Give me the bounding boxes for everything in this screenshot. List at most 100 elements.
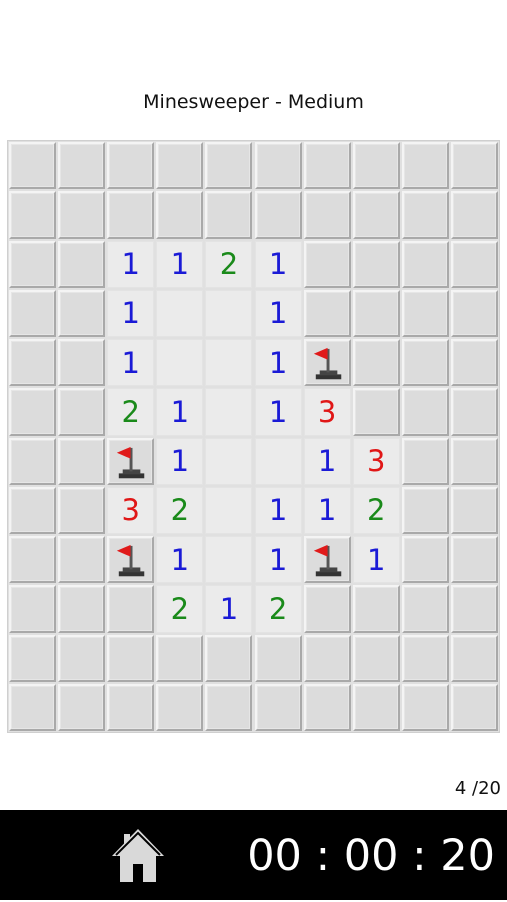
empty-cell [156,339,204,387]
covered-cell[interactable] [156,634,204,682]
cell-number: 2 [268,591,288,626]
covered-cell[interactable] [450,289,498,337]
covered-cell[interactable] [58,240,106,288]
covered-cell[interactable] [58,388,106,436]
home-button[interactable] [110,826,166,884]
covered-cell[interactable] [9,437,57,485]
covered-cell[interactable] [352,191,400,239]
covered-cell[interactable] [58,142,106,190]
covered-cell[interactable] [401,437,449,485]
covered-cell[interactable] [156,142,204,190]
covered-cell[interactable] [401,339,449,387]
covered-cell[interactable] [352,289,400,337]
number-cell: 1 [254,339,302,387]
covered-cell[interactable] [156,683,204,731]
covered-cell[interactable] [303,634,351,682]
covered-cell[interactable] [450,388,498,436]
covered-cell[interactable] [303,191,351,239]
covered-cell[interactable] [450,585,498,633]
covered-cell[interactable] [58,191,106,239]
cell-number: 1 [170,444,190,479]
covered-cell[interactable] [401,683,449,731]
covered-cell[interactable] [352,388,400,436]
cell-number: 2 [219,247,239,282]
covered-cell[interactable] [450,240,498,288]
covered-cell[interactable] [58,536,106,584]
covered-cell[interactable] [58,634,106,682]
covered-cell[interactable] [205,634,253,682]
covered-cell[interactable] [352,240,400,288]
covered-cell[interactable] [254,634,302,682]
covered-cell[interactable] [352,634,400,682]
covered-cell[interactable] [401,536,449,584]
covered-cell[interactable] [9,191,57,239]
covered-cell[interactable] [107,634,155,682]
covered-cell[interactable] [450,634,498,682]
covered-cell[interactable] [58,486,106,534]
covered-cell[interactable] [254,683,302,731]
covered-cell[interactable] [205,191,253,239]
flagged-cell[interactable] [303,339,351,387]
covered-cell[interactable] [450,536,498,584]
covered-cell[interactable] [303,142,351,190]
covered-cell[interactable] [9,339,57,387]
covered-cell[interactable] [352,142,400,190]
covered-cell[interactable] [450,486,498,534]
covered-cell[interactable] [254,142,302,190]
covered-cell[interactable] [205,142,253,190]
covered-cell[interactable] [58,437,106,485]
covered-cell[interactable] [9,585,57,633]
covered-cell[interactable] [9,142,57,190]
home-icon [112,829,164,882]
covered-cell[interactable] [352,683,400,731]
covered-cell[interactable] [401,634,449,682]
covered-cell[interactable] [401,289,449,337]
covered-cell[interactable] [450,142,498,190]
covered-cell[interactable] [9,289,57,337]
flagged-cell[interactable] [107,536,155,584]
covered-cell[interactable] [450,437,498,485]
covered-cell[interactable] [58,289,106,337]
covered-cell[interactable] [9,536,57,584]
covered-cell[interactable] [303,585,351,633]
covered-cell[interactable] [303,240,351,288]
empty-cell [205,289,253,337]
covered-cell[interactable] [303,683,351,731]
covered-cell[interactable] [58,683,106,731]
covered-cell[interactable] [107,191,155,239]
covered-cell[interactable] [58,585,106,633]
covered-cell[interactable] [9,486,57,534]
covered-cell[interactable] [450,191,498,239]
covered-cell[interactable] [401,240,449,288]
covered-cell[interactable] [352,339,400,387]
cell-number: 1 [268,493,288,528]
cell-number: 1 [317,444,337,479]
covered-cell[interactable] [107,683,155,731]
covered-cell[interactable] [401,585,449,633]
covered-cell[interactable] [401,388,449,436]
covered-cell[interactable] [107,142,155,190]
covered-cell[interactable] [401,142,449,190]
covered-cell[interactable] [450,339,498,387]
flagged-cell[interactable] [107,437,155,485]
covered-cell[interactable] [352,585,400,633]
flagged-cell[interactable] [303,536,351,584]
number-cell: 1 [254,486,302,534]
covered-cell[interactable] [9,683,57,731]
covered-cell[interactable] [9,634,57,682]
covered-cell[interactable] [450,683,498,731]
covered-cell[interactable] [303,289,351,337]
covered-cell[interactable] [401,191,449,239]
number-cell: 1 [352,536,400,584]
covered-cell[interactable] [205,683,253,731]
covered-cell[interactable] [156,191,204,239]
covered-cell[interactable] [401,486,449,534]
number-cell: 1 [254,289,302,337]
minesweeper-board[interactable]: 11211111211311332112111212 [7,140,500,733]
number-cell: 1 [107,339,155,387]
covered-cell[interactable] [58,339,106,387]
covered-cell[interactable] [9,388,57,436]
covered-cell[interactable] [107,585,155,633]
covered-cell[interactable] [254,191,302,239]
covered-cell[interactable] [9,240,57,288]
